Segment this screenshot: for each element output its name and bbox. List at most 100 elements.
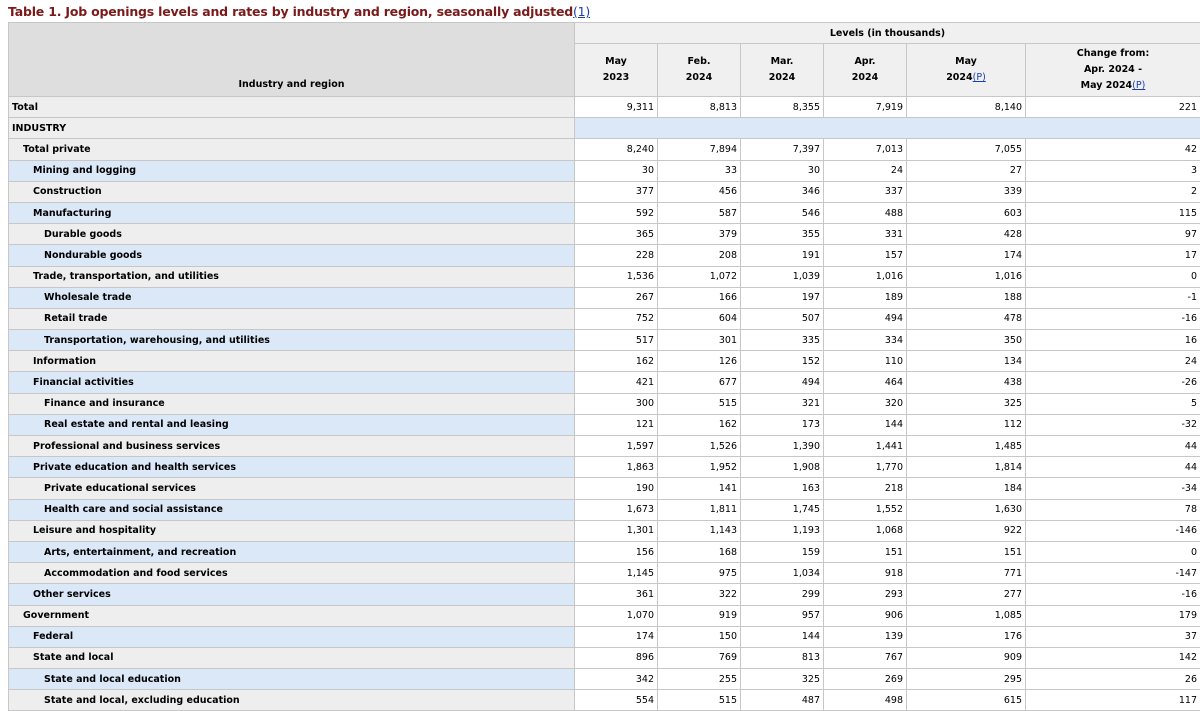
value-cell: 906 [823,604,907,627]
value-cell: 139 [823,625,907,648]
table-row: Retail trade 752 604 507 494 478 -16 [8,307,1200,331]
value-cell: 126 [657,350,741,373]
table-row: Transportation, warehousing, and utiliti… [8,329,1200,352]
value-cell: 7,055 [906,138,1026,161]
value-cell: 769 [657,646,741,670]
value-cell: 1,811 [657,498,741,521]
value-cell: 144 [823,413,907,437]
row-label: Private educational services [8,477,575,500]
value-cell: 188 [906,286,1026,309]
value-cell: 30 [574,159,658,182]
value-cell: 184 [906,477,1026,500]
value-cell: 1,034 [740,562,824,585]
value-cell: 1,908 [740,456,824,479]
value-cell: 144 [740,625,824,648]
value-cell: 300 [574,392,658,415]
value-cell: 1,745 [740,498,824,521]
value-cell: 361 [574,583,658,606]
footnote-link[interactable]: (1) [573,4,590,19]
value-cell: 320 [823,392,907,415]
value-cell: 335 [740,329,824,352]
value-cell: 918 [823,562,907,585]
table-row: Trade, transportation, and utilities 1,53… [8,265,1200,288]
value-cell: 267 [574,286,658,309]
value-cell: 515 [657,689,741,711]
value-cell: 813 [740,646,824,670]
table-row: Federal 174 150 144 139 176 37 [8,625,1200,648]
value-cell: 134 [906,350,1026,373]
value-cell: 1,193 [740,519,824,542]
value-cell: 1,673 [574,498,658,521]
value-cell: 494 [740,371,824,394]
value-cell: 218 [823,477,907,500]
value-cell: 498 [823,689,907,711]
row-label: Government [8,604,575,627]
value-cell: 355 [740,223,824,246]
change-header-line1: Change from: [1076,48,1150,59]
change-cell: -147 [1025,562,1200,585]
value-cell: 157 [823,244,907,267]
value-cell: 8,140 [906,95,1026,119]
value-cell: 7,919 [823,95,907,119]
change-header-line2: Apr. 2024 - [1083,64,1143,75]
row-label: Private education and health services [8,456,575,479]
value-cell: 342 [574,668,658,691]
value-cell: 603 [906,201,1026,225]
row-label: State and local education [8,668,575,691]
value-cell: 1,863 [574,456,658,479]
value-cell: 8,355 [740,95,824,119]
row-label: Leisure and hospitality [8,519,575,542]
column-header-line1: May [955,56,977,67]
row-label: INDUSTRY [8,117,575,140]
value-cell: 299 [740,583,824,606]
change-cell: -26 [1025,371,1200,394]
section-filler [574,117,1200,140]
table-row: Total 9,311 8,813 8,355 7,919 8,140 221 [8,95,1200,119]
value-cell: 8,813 [657,95,741,119]
value-cell: 27 [906,159,1026,182]
value-cell: 176 [906,625,1026,648]
table-row: Accommodation and food services 1,145 975 1… [8,562,1200,585]
change-cell: 17 [1025,244,1200,267]
row-label: Nondurable goods [8,244,575,267]
value-cell: 507 [740,307,824,331]
value-cell: 546 [740,201,824,225]
value-cell: 909 [906,646,1026,670]
value-cell: 7,894 [657,138,741,161]
preliminary-link[interactable]: (P) [973,72,986,83]
value-cell: 110 [823,350,907,373]
value-cell: 173 [740,413,824,437]
row-label: Real estate and rental and leasing [8,413,575,437]
value-cell: 7,013 [823,138,907,161]
value-cell: 1,814 [906,456,1026,479]
change-cell: -16 [1025,307,1200,331]
value-cell: 168 [657,540,741,564]
change-cell: -16 [1025,583,1200,606]
value-cell: 339 [906,180,1026,203]
column-header-line1: Mar. [770,56,794,67]
table-row: State and local, excluding education 554 5… [8,689,1200,711]
value-cell: 1,016 [823,265,907,288]
table-header: Industry and region Levels (in thousands… [8,22,1200,97]
change-cell: 26 [1025,668,1200,691]
preliminary-link[interactable]: (P) [1132,80,1145,91]
value-cell: 554 [574,689,658,711]
value-cell: 487 [740,689,824,711]
column-header: Mar. 2024 [740,43,824,97]
change-column-header: Change from: Apr. 2024 - May 2024(P) [1025,43,1200,97]
row-label: Health care and social assistance [8,498,575,521]
column-header: Feb. 2024 [657,43,741,97]
value-cell: 421 [574,371,658,394]
value-cell: 975 [657,562,741,585]
row-label: Federal [8,625,575,648]
value-cell: 331 [823,223,907,246]
value-cell: 150 [657,625,741,648]
change-cell: -34 [1025,477,1200,500]
value-cell: 197 [740,286,824,309]
value-cell: 7,397 [740,138,824,161]
value-cell: 1,630 [906,498,1026,521]
row-label: Information [8,350,575,373]
value-cell: 1,390 [740,434,824,458]
value-cell: 1,952 [657,456,741,479]
value-cell: 1,597 [574,434,658,458]
